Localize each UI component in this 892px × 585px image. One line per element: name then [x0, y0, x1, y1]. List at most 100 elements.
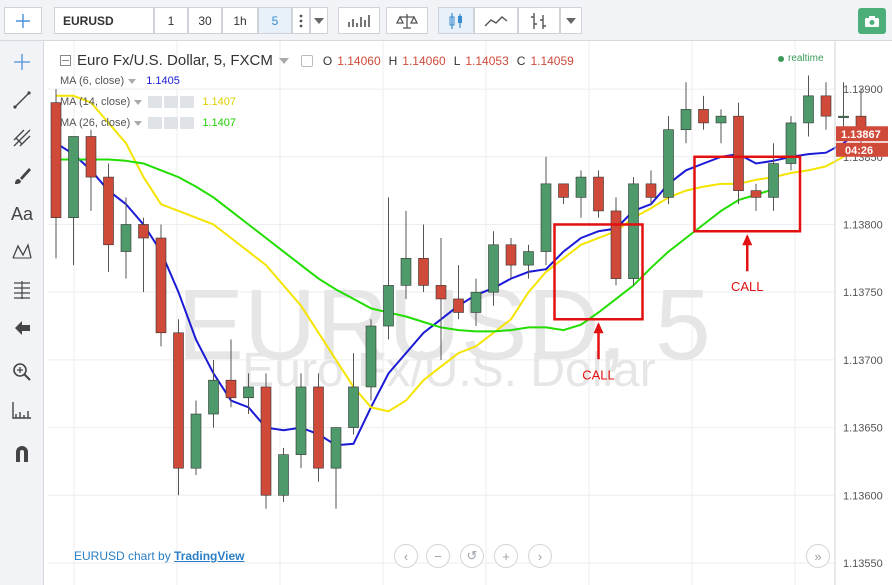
chevron-down-icon: [566, 17, 576, 24]
drawing-toolbar: Aa: [0, 41, 44, 585]
candle-body: [715, 115, 727, 124]
bars-style-button[interactable]: [518, 7, 560, 34]
ohlc-low-label: L: [453, 53, 461, 68]
interval-5[interactable]: 5: [258, 7, 292, 34]
candle-body: [453, 298, 464, 313]
vertical-dots-icon: [299, 14, 303, 27]
minus-icon: −: [434, 548, 442, 564]
crosshair-menu-button[interactable]: [4, 7, 42, 34]
candle-body: [645, 183, 657, 198]
price-tick-label: 1.13800: [843, 219, 883, 231]
candle-body: [663, 129, 674, 198]
candle-body: [313, 386, 324, 469]
legend-ma6-label: MA (6, close): [60, 75, 125, 87]
scroll-right-button[interactable]: ›: [528, 544, 552, 568]
chart-header: Euro Fx/U.S. Dollar, 5, FXCM O 1.14060 H…: [60, 52, 574, 69]
interval-1h[interactable]: 1h: [222, 7, 258, 34]
text-tool[interactable]: Aa: [7, 199, 37, 229]
tradingview-link[interactable]: TradingView: [174, 549, 244, 563]
trend-line-tool[interactable]: [7, 85, 37, 115]
legend-ma26[interactable]: MA (26, close) 1.1407: [60, 117, 236, 129]
candles-style-button[interactable]: [438, 7, 474, 34]
candle-body: [225, 379, 237, 399]
candle-body: [243, 386, 254, 399]
candle-body: [488, 244, 499, 293]
candle-body: [505, 244, 517, 266]
ohlc-high-label: H: [388, 53, 398, 68]
ohlc-close-value: 1.14059: [530, 53, 574, 68]
legend-ma26-controls[interactable]: [148, 117, 196, 129]
annotation-arrowhead: [742, 234, 753, 246]
symbol-title: Euro Fx/U.S. Dollar, 5, FXCM: [77, 52, 273, 69]
fib-icon: [14, 281, 30, 299]
bars-icon: [531, 12, 546, 29]
price-tick-label: 1.13650: [843, 423, 883, 435]
candle-body: [103, 176, 114, 246]
crosshair-icon: [16, 13, 30, 28]
brush-icon: [15, 168, 31, 184]
interval-1[interactable]: 1: [154, 7, 188, 34]
fib-tool[interactable]: [7, 275, 37, 305]
candle-body: [400, 258, 412, 286]
arrow-left-icon: [15, 321, 30, 335]
indicators-icon: [348, 14, 370, 27]
collapse-icon[interactable]: [60, 55, 71, 66]
candle-body: [803, 95, 814, 124]
candle-body: [750, 190, 762, 198]
snapshot-button[interactable]: [858, 8, 886, 34]
footer-prefix: EURUSD chart by: [74, 549, 175, 563]
scroll-left-button[interactable]: ‹: [394, 544, 418, 568]
legend-ma26-label: MA (26, close): [60, 117, 131, 129]
arrow-tool[interactable]: [7, 313, 37, 343]
area-chart-icon: [484, 15, 508, 26]
last-price-value: 1.13867: [841, 129, 881, 141]
legend-ma6-value: 1.1405: [146, 75, 180, 87]
footer-brand[interactable]: EURUSD chart by TradingView: [74, 549, 245, 563]
interval-30[interactable]: 30: [188, 7, 222, 34]
reset-button[interactable]: ↺: [460, 544, 484, 568]
candle-body: [575, 176, 587, 198]
interval-dropdown-button[interactable]: [310, 7, 328, 34]
chevron-down-icon[interactable]: [278, 57, 289, 64]
crosshair-tool[interactable]: [7, 47, 37, 77]
pattern-tool[interactable]: [7, 237, 37, 267]
candle-body: [540, 183, 552, 252]
compare-button[interactable]: [386, 7, 428, 34]
measure-tool[interactable]: [7, 395, 37, 425]
magnet-icon: [16, 446, 28, 462]
zoom-in-button[interactable]: +: [494, 544, 518, 568]
legend-ma14-controls[interactable]: [148, 96, 196, 108]
candle-body: [365, 325, 377, 388]
legend-ma14[interactable]: MA (14, close) 1.1407: [60, 96, 236, 108]
scroll-to-end-button[interactable]: »: [806, 544, 830, 568]
ohlc-close-label: C: [516, 53, 526, 68]
line-style-button[interactable]: [474, 7, 518, 34]
candle-body: [418, 258, 429, 286]
brush-tool[interactable]: [7, 161, 37, 191]
zoom-tool[interactable]: [7, 357, 37, 387]
top-toolbar: EURUSD 1 30 1h 5: [0, 0, 892, 41]
candle-body: [348, 386, 359, 428]
price-tick-label: 1.13900: [843, 84, 883, 96]
candle-body: [120, 224, 132, 252]
ohlc-high-value: 1.14060: [402, 53, 446, 68]
more-intervals-button[interactable]: [292, 7, 310, 34]
scales-icon: [396, 13, 418, 29]
candle-body: [295, 386, 307, 455]
settings-icon[interactable]: [300, 54, 313, 67]
pitchfork-icon: [13, 129, 31, 147]
legend-ma26-value: 1.1407: [202, 117, 236, 129]
camera-icon: [865, 15, 879, 27]
legend-ma6[interactable]: MA (6, close) 1.1405: [60, 75, 180, 87]
candle-body: [85, 136, 97, 178]
pitchfork-tool[interactable]: [7, 123, 37, 153]
magnet-tool[interactable]: [7, 439, 37, 469]
legend-ma14-value: 1.1407: [202, 96, 236, 108]
reset-icon: ↺: [466, 548, 478, 563]
trend-line-icon: [13, 91, 31, 109]
zoom-out-button[interactable]: −: [426, 544, 450, 568]
ohlc-low-value: 1.14053: [465, 53, 509, 68]
indicators-button[interactable]: [338, 7, 380, 34]
symbol-search-input[interactable]: EURUSD: [54, 7, 154, 34]
chart-style-dropdown[interactable]: [560, 7, 582, 34]
